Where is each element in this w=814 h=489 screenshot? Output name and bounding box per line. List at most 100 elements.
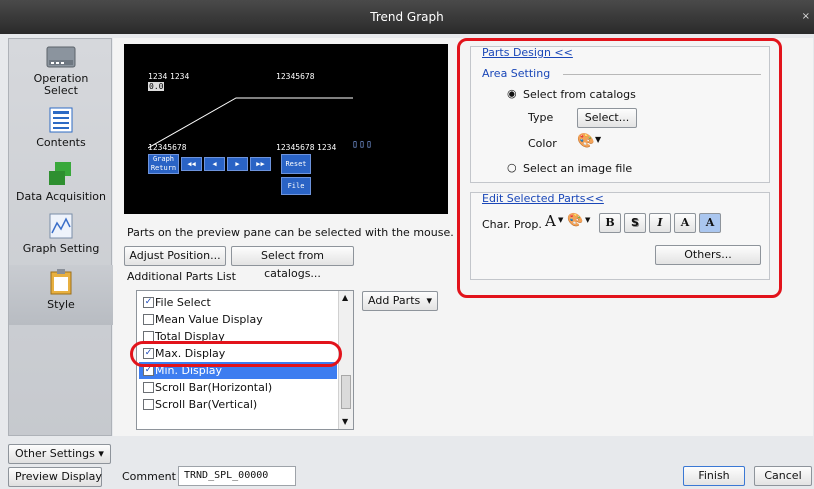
forward-button[interactable]: ▶ [227, 157, 248, 171]
radio-catalogs-label[interactable]: Select from catalogs [523, 88, 636, 101]
finish-button[interactable]: Finish [683, 466, 745, 486]
palette-icon[interactable]: 🎨 [577, 133, 594, 149]
checkbox[interactable] [143, 399, 154, 410]
preview-value[interactable]: 1234 [170, 72, 189, 81]
scroll-up-icon[interactable]: ▲ [342, 293, 348, 302]
document-list-icon [45, 107, 77, 133]
add-parts-label: Add Parts [368, 294, 421, 307]
list-item-label: Max. Display [155, 347, 226, 360]
green-blocks-icon [45, 161, 77, 187]
select-from-catalogs-button[interactable]: Select from catalogs... [231, 246, 354, 280]
adjust-position-button[interactable]: Adjust Position... [124, 246, 226, 266]
scroll-thumb[interactable] [341, 375, 351, 409]
chevron-down-icon: ▾ [98, 447, 104, 460]
palette-icon[interactable]: 🎨 [567, 213, 583, 228]
sidebar-item-graph-setting[interactable]: Graph Setting [9, 213, 113, 255]
cancel-button[interactable]: Cancel [754, 466, 812, 486]
forward-fast-button[interactable]: ▶▶ [250, 157, 271, 171]
file-button[interactable]: File [281, 177, 311, 195]
checkbox-checked[interactable]: ✓ [143, 297, 154, 308]
preview-display-button[interactable]: Preview Display [8, 467, 102, 487]
preview-value[interactable]: 1234 [148, 72, 167, 81]
add-parts-button[interactable]: Add Parts ▾ [362, 291, 438, 311]
folder-icon [45, 43, 77, 69]
list-item-label: Scroll Bar(Vertical) [155, 398, 258, 411]
rewind-button[interactable]: ◀ [204, 157, 225, 171]
clipboard-icon [45, 269, 77, 295]
list-item[interactable]: Total Display [139, 328, 337, 345]
other-settings-label: Other Settings [15, 447, 95, 460]
preview-value[interactable]: 1234 [317, 143, 336, 152]
list-item[interactable]: Scroll Bar(Horizontal) [139, 379, 337, 396]
chevron-down-icon[interactable]: ▼ [585, 216, 590, 224]
shadow-button[interactable]: S [624, 213, 646, 233]
comment-label: Comment [122, 470, 176, 483]
scroll-down-icon[interactable]: ▼ [342, 417, 348, 426]
bold-button[interactable]: B [599, 213, 621, 233]
reset-button[interactable]: Reset [281, 154, 311, 174]
sidebar-item-label: Contents [36, 136, 86, 149]
type-label: Type [528, 111, 554, 124]
sidebar-item-contents[interactable]: Contents [9, 107, 113, 149]
sidebar-item-label: Style [47, 298, 75, 311]
others-button[interactable]: Others... [655, 245, 761, 265]
char-prop-label: Char. Prop. [482, 218, 542, 231]
sidebar-item-data-acquisition[interactable]: Data Acquisition [9, 161, 113, 203]
list-scrollbar[interactable]: ▲ ▼ [338, 291, 353, 429]
italic-button[interactable]: I [649, 213, 671, 233]
select-type-button[interactable]: Select... [577, 108, 637, 128]
trend-line [148, 97, 353, 149]
preview-value[interactable]: 12345678 [276, 72, 315, 81]
title-bar: Trend Graph × [0, 0, 814, 34]
list-item[interactable]: ✓ File Select [139, 294, 337, 311]
divider [563, 74, 761, 75]
checkbox[interactable] [143, 314, 154, 325]
sidebar-item-label: Data Acquisition [15, 190, 106, 203]
list-item-label: Total Display [155, 330, 225, 343]
enlarge-button[interactable]: A [674, 213, 696, 233]
graph-return-button[interactable]: Graph Return [148, 154, 179, 174]
list-item-label: Scroll Bar(Horizontal) [155, 381, 273, 394]
preview-value[interactable]: 0.0 [148, 82, 165, 91]
checkbox-checked[interactable]: ✓ [143, 365, 154, 376]
rewind-fast-button[interactable]: ◀◀ [181, 157, 202, 171]
list-item-label: Mean Value Display [155, 313, 263, 326]
radio-image-label[interactable]: Select an image file [523, 162, 632, 175]
comment-input[interactable]: TRND_SPL_00000 [178, 466, 296, 486]
edit-parts-panel: Edit Selected Parts<< Char. Prop. A ▼ 🎨 … [470, 192, 770, 280]
chevron-down-icon: ▾ [426, 294, 432, 307]
list-item[interactable]: Scroll Bar(Vertical) [139, 396, 337, 413]
sidebar: Operation Select Contents Data Acquisiti… [8, 38, 113, 436]
list-item-label: File Select [155, 296, 211, 309]
line-graph-icon [45, 213, 77, 239]
highlight-button[interactable]: A [699, 213, 721, 233]
color-label: Color [528, 137, 557, 150]
radio-selected-icon[interactable]: ◉ [507, 87, 517, 100]
checkbox[interactable] [143, 382, 154, 393]
list-item-label: Min. Display [155, 364, 223, 377]
preview-value[interactable]: 12345678 [148, 143, 187, 152]
preview-counter-icon: ▯▯▯ [352, 139, 374, 150]
sidebar-item-style[interactable]: Style [9, 265, 113, 325]
radio-icon[interactable]: ○ [507, 161, 517, 174]
list-item[interactable]: ✓ Max. Display [139, 345, 337, 362]
chevron-down-icon[interactable]: ▼ [558, 216, 563, 224]
additional-parts-label: Additional Parts List [127, 270, 236, 283]
checkbox-checked[interactable]: ✓ [143, 348, 154, 359]
list-item-selected[interactable]: ✓ Min. Display [139, 362, 337, 379]
checkbox[interactable] [143, 331, 154, 342]
chevron-down-icon[interactable]: ▼ [595, 135, 601, 144]
preview-value[interactable]: 12345678 [276, 143, 315, 152]
font-color-icon[interactable]: A [545, 212, 556, 230]
edit-parts-header[interactable]: Edit Selected Parts<< [482, 192, 604, 205]
sidebar-item-operation-select[interactable]: Operation Select [9, 43, 113, 97]
area-setting-label: Area Setting [482, 67, 551, 80]
sidebar-item-label: Graph Setting [22, 242, 100, 255]
additional-parts-list[interactable]: ✓ File Select Mean Value Display Total D… [136, 290, 354, 430]
other-settings-button[interactable]: Other Settings ▾ [8, 444, 111, 464]
preview-pane[interactable]: 1234 1234 0.0 12345678 12345678 12345678… [124, 44, 448, 214]
list-item[interactable]: Mean Value Display [139, 311, 337, 328]
close-icon[interactable]: × [802, 0, 810, 34]
window-title: Trend Graph [370, 10, 444, 24]
parts-design-header[interactable]: Parts Design << [482, 46, 573, 59]
